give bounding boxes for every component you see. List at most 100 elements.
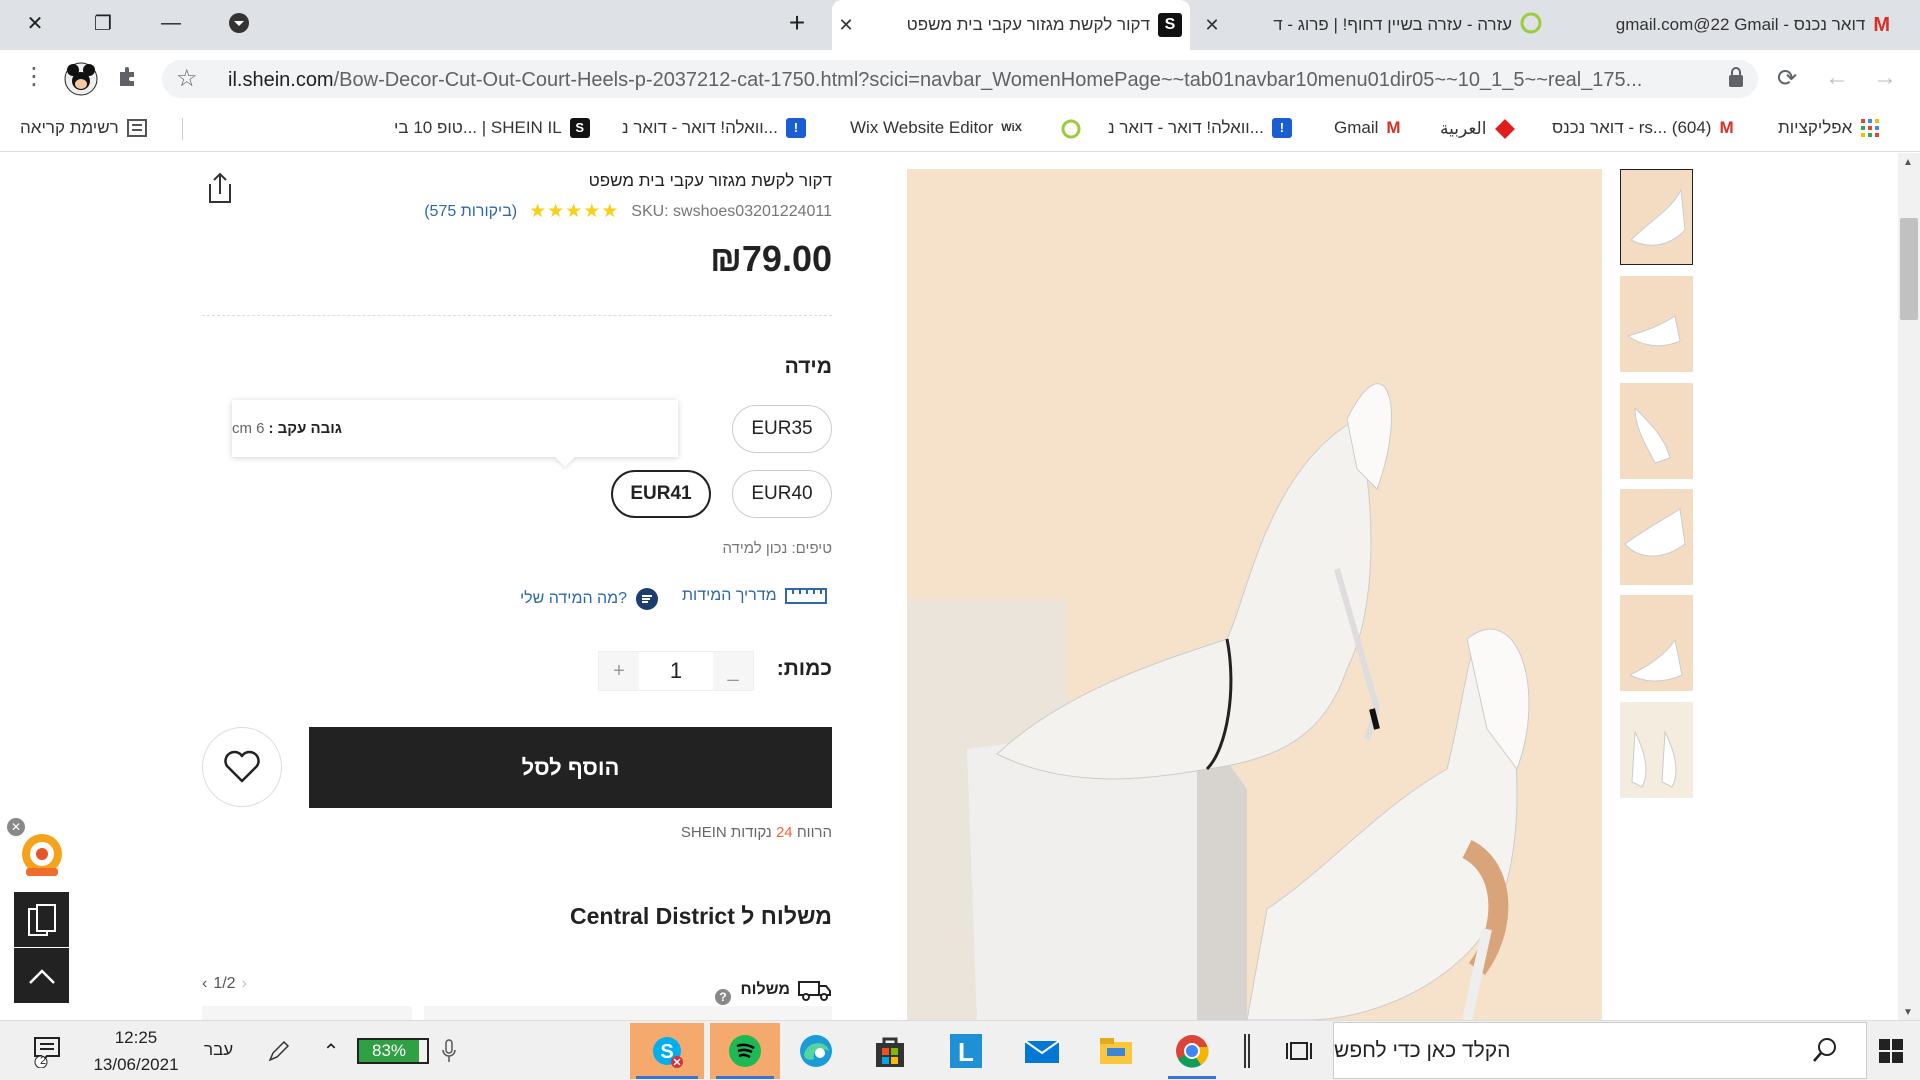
reading-list[interactable]: רשימת קריאה [20, 118, 147, 138]
back-to-top-button[interactable] [14, 948, 69, 1003]
bookmark-gmail-inbox[interactable]: דואר נכנס - rs... (604) M [1552, 118, 1734, 138]
system-clock[interactable]: 12:25 13/06/2021 [86, 1024, 186, 1078]
quantity-minus-button[interactable]: _ [713, 652, 753, 690]
wishlist-heart-button[interactable] [202, 727, 282, 807]
chevron-up-tray-icon[interactable]: ⌃ [316, 1023, 346, 1079]
forward-arrow-icon[interactable]: → [1873, 64, 1897, 92]
bookmark-walla-2[interactable]: וואלה! דואר - דואר נ...! [622, 118, 806, 138]
chevron-right-icon[interactable]: › [242, 975, 247, 993]
scrollbar-thumb[interactable] [1900, 218, 1918, 320]
mail-icon[interactable] [1012, 1023, 1072, 1079]
quantity-stepper: + 1 _ [598, 651, 754, 691]
extensions-puzzle-icon[interactable] [116, 64, 140, 95]
lexicon-app-icon[interactable]: L [936, 1023, 996, 1079]
share-icon[interactable] [205, 172, 235, 209]
shipping-label: משלוח [740, 981, 790, 998]
product-thumbnail-5[interactable] [1620, 595, 1693, 691]
walla-icon: ! [785, 118, 806, 138]
size-option-eur41-selected[interactable]: EUR41 [611, 470, 711, 518]
bookmark-arabic[interactable]: العربية [1440, 118, 1516, 140]
product-main-image[interactable] [907, 169, 1602, 1020]
reload-icon[interactable]: ⟳ [1777, 64, 1797, 93]
file-explorer-icon[interactable] [1086, 1023, 1146, 1079]
pager-text: 1/2 [213, 975, 236, 992]
product-thumbnail-6[interactable] [1620, 702, 1693, 798]
chevron-left-icon[interactable]: ‹ [202, 975, 207, 993]
close-tab-icon[interactable]: ✕ [1198, 15, 1226, 36]
new-tab-button[interactable]: + [772, 0, 822, 46]
edge-icon[interactable] [786, 1023, 846, 1079]
bookmark-walla-1[interactable]: וואלה! דואר - דואר נ...! [1108, 118, 1292, 138]
walla-icon: ! [1271, 118, 1292, 138]
bookmark-star-icon[interactable]: ☆ [176, 64, 198, 93]
url-text[interactable]: il.shein.com/Bow-Decor-Cut-Out-Court-Hee… [228, 69, 1642, 92]
pen-icon[interactable] [262, 1023, 296, 1079]
bookmark-apps[interactable]: אפליקציות [1778, 118, 1880, 138]
reading-list-icon [126, 119, 147, 137]
divider [202, 315, 832, 316]
bookmark-label: אפליקציות [1778, 118, 1853, 137]
reward-points: הרווח 24 נקודות SHEIN [500, 824, 832, 841]
product-thumbnail-2[interactable] [1620, 276, 1693, 372]
product-price: ₪79.00 [710, 238, 832, 279]
size-option-eur35[interactable]: EUR35 [732, 405, 832, 453]
profile-avatar[interactable] [64, 62, 98, 103]
skype-icon[interactable]: S [630, 1023, 704, 1079]
size-option-eur40[interactable]: EUR40 [732, 470, 832, 518]
help-question-icon[interactable]: ? [714, 988, 732, 1006]
shipping-pager[interactable]: ‹ 1/2 › [202, 975, 247, 993]
reading-list-label: רשימת קריאה [20, 118, 119, 137]
bookmark-shein[interactable]: טופ 10 בי... | SHEIN IL S [394, 118, 590, 138]
shipping-destination[interactable]: משלוח ל Central District [500, 903, 832, 930]
bookmarks-bar: רשימת קריאה טופ 10 בי... | SHEIN IL S ווא… [0, 106, 1920, 152]
promo-wheel-icon[interactable] [16, 830, 68, 878]
tab-search-icon[interactable] [214, 0, 264, 46]
chrome-taskbar-icon[interactable] [1162, 1023, 1222, 1079]
size-tips: טיפים: נכון למידה [722, 540, 832, 557]
scroll-up-icon[interactable]: ▲ [1903, 157, 1913, 168]
product-thumbnail-1[interactable] [1620, 169, 1693, 265]
lock-icon[interactable] [1728, 66, 1744, 93]
tab-gmail[interactable]: דואר נכנס - Gmail ‏22@gmail.com M [1558, 0, 1898, 50]
back-arrow-icon[interactable]: ← [1825, 64, 1849, 92]
language-indicator[interactable]: עבר [204, 1040, 233, 1060]
bookmark-gmail[interactable]: Gmail M [1334, 118, 1401, 138]
shoe-photo [907, 169, 1602, 1020]
task-view-icon[interactable] [1274, 1023, 1324, 1079]
scroll-down-icon[interactable]: ▼ [1903, 1007, 1913, 1018]
fit-predictor-icon [636, 588, 659, 610]
add-to-cart-button[interactable]: הוסף לסל [309, 727, 832, 808]
tab-shein-product[interactable]: ✕ דקור לקשת מגזור עקבי בית משפט S [832, 0, 1190, 50]
minimize-window-icon[interactable]: — [146, 0, 196, 46]
bookmark-wix-editor[interactable]: Wix Website Editor WiX [850, 118, 1022, 138]
microphone-icon[interactable] [432, 1023, 466, 1079]
bookmark-wix-circle[interactable] [1060, 118, 1082, 140]
reviews-link[interactable]: (575 ביקורות) [424, 203, 517, 221]
product-thumbnail-4[interactable] [1620, 489, 1693, 585]
product-thumbnail-3[interactable] [1620, 383, 1693, 479]
taskbar-search-input[interactable]: הקלד כאן כדי לחפש [1333, 1022, 1867, 1079]
close-tab-icon[interactable]: ✕ [832, 15, 860, 36]
size-guide-link[interactable]: מדריך המידות [682, 587, 827, 605]
clock-time: 12:25 [114, 1028, 158, 1047]
chevron-up-icon [28, 968, 55, 984]
spotify-icon[interactable] [710, 1023, 780, 1079]
tab-help-wix[interactable]: ✕ עזרה - עזרה בשיין דחוף! | פרוג - ד [1198, 0, 1550, 50]
close-window-icon[interactable]: ✕ [10, 0, 60, 46]
quantity-input[interactable]: 1 [639, 652, 713, 690]
quantity-plus-button[interactable]: + [599, 652, 639, 690]
sku-rating-row: (575 ביקורות) ★★★★★ SKU: swshoes03201224… [300, 200, 832, 223]
truck-icon [798, 981, 831, 1001]
store-icon[interactable] [860, 1023, 920, 1079]
clock-date: 13/06/2021 [93, 1055, 179, 1074]
compare-float-button[interactable] [14, 892, 69, 947]
restore-window-icon[interactable]: ❐ [78, 0, 128, 46]
menu-dots-icon[interactable]: ⋮ [22, 62, 46, 91]
my-size-link[interactable]: מה המידה שלי? [520, 587, 659, 611]
windows-start-icon[interactable] [1862, 1023, 1920, 1079]
action-center-icon[interactable]: 2 [26, 1023, 70, 1079]
heel-height-tooltip: גובה עקב : 6 cm [232, 400, 678, 457]
rating-stars[interactable]: ★★★★★ [529, 200, 619, 223]
address-bar[interactable]: ☆ il.shein.com/Bow-Decor-Cut-Out-Court-H… [162, 60, 1758, 98]
battery-indicator[interactable]: 83% [357, 1038, 429, 1064]
